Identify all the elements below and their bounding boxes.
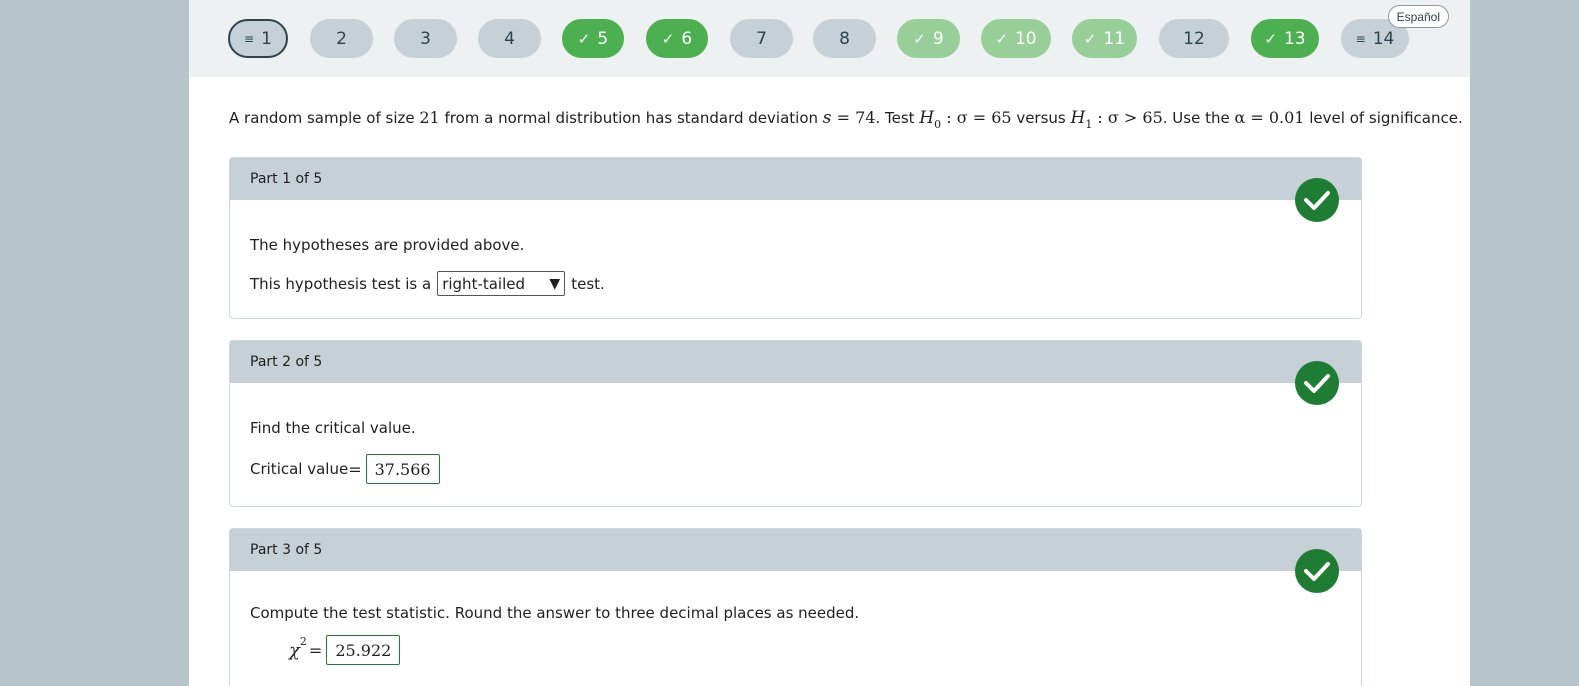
question-7-button[interactable]: 7 (730, 19, 793, 58)
part-3-question: χ 2 = 25.922 (289, 635, 401, 665)
check-icon: ✓ (913, 29, 926, 48)
question-13-button[interactable]: ✓ 13 (1251, 19, 1319, 58)
check-icon: ✓ (661, 29, 675, 48)
part-2-question: Critical value = 37.566 (250, 454, 440, 484)
question-9-button[interactable]: ✓ 9 (897, 19, 960, 58)
tail-type-select[interactable]: right-tailed ▼ (437, 271, 566, 296)
check-icon: ✓ (577, 29, 591, 48)
critical-value-input[interactable]: 37.566 (365, 454, 440, 484)
question-6-button[interactable]: ✓ 6 (646, 19, 708, 58)
part-2-header: Part 2 of 5 (230, 341, 1361, 383)
question-10-button[interactable]: ✓ 10 (981, 19, 1051, 58)
question-2-button[interactable]: 2 (310, 19, 373, 58)
part-2-text: Find the critical value. (250, 419, 416, 437)
main-panel: ≡ 1 2 3 4 ✓ 5 ✓ 6 7 8 ✓ 9 ✓ 10 ✓ 11 12 ✓ 13 ≡ 14… (189, 0, 1470, 686)
question-8-button[interactable]: 8 (813, 19, 876, 58)
problem-statement: A random sample of size 21 from a normal… (229, 108, 1463, 131)
part-2-card: Part 2 of 5 Find the critical value. Cri… (229, 340, 1362, 507)
question-1-button[interactable]: ≡ 1 (228, 19, 288, 58)
part-1-card: Part 1 of 5 The hypotheses are provided … (229, 157, 1362, 319)
check-icon: ✓ (1264, 29, 1277, 48)
question-3-button[interactable]: 3 (394, 19, 457, 58)
language-button[interactable]: Español (1387, 5, 1449, 28)
test-statistic-input[interactable]: 25.922 (326, 635, 401, 665)
dropdown-arrow-icon: ▼ (549, 275, 561, 292)
question-5-button[interactable]: ✓ 5 (562, 19, 624, 58)
part-1-header: Part 1 of 5 (230, 158, 1361, 200)
question-4-button[interactable]: 4 (478, 19, 541, 58)
check-icon: ✓ (995, 29, 1008, 48)
question-11-button[interactable]: ✓ 11 (1072, 19, 1137, 58)
part-3-card: Part 3 of 5 Compute the test statistic. … (229, 528, 1362, 686)
correct-check-icon (1295, 549, 1339, 593)
part-1-text: The hypotheses are provided above. (250, 236, 525, 254)
list-icon: ≡ (244, 31, 255, 46)
correct-check-icon (1295, 178, 1339, 222)
list-icon: ≡ (1355, 31, 1366, 46)
part-1-question: This hypothesis test is a right-tailed ▼… (250, 271, 605, 296)
part-3-header: Part 3 of 5 (230, 529, 1361, 571)
part-3-text: Compute the test statistic. Round the an… (250, 604, 860, 622)
correct-check-icon (1295, 361, 1339, 405)
question-nav-bar: ≡ 1 2 3 4 ✓ 5 ✓ 6 7 8 ✓ 9 ✓ 10 ✓ 11 12 ✓ 13 ≡ 14… (189, 0, 1470, 77)
question-12-button[interactable]: 12 (1159, 19, 1229, 58)
check-icon: ✓ (1083, 29, 1097, 48)
